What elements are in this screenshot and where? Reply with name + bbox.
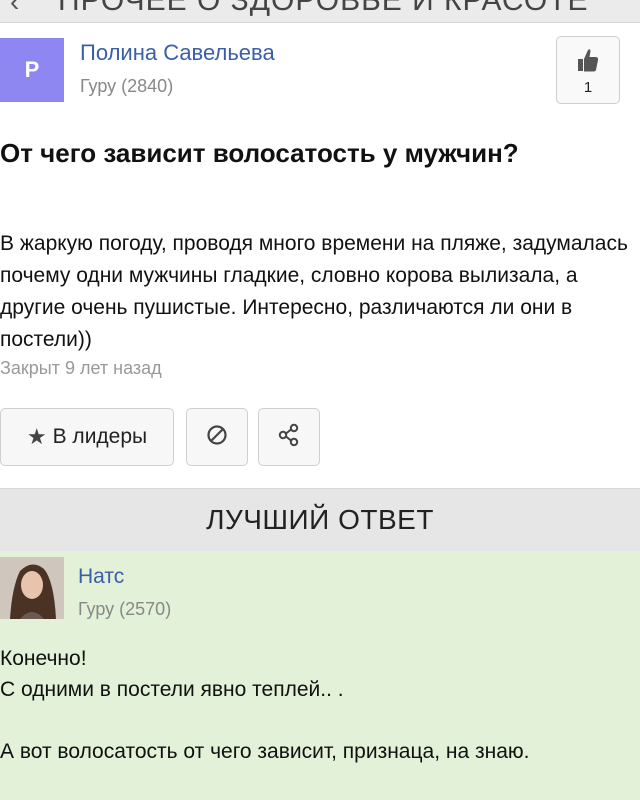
like-count: 1 [583, 79, 593, 96]
answerer-rank: Гуру (2570) [78, 599, 172, 619]
to-leaders-button[interactable]: ★ В лидеры [0, 408, 174, 466]
like-button[interactable]: 1 [556, 36, 620, 104]
top-navigation-bar: ‹ ПРОЧЕЕ О ЗДОРОВЬЕ И КРАСОТЕ [0, 0, 640, 23]
closed-status: Закрыт 9 лет назад [0, 358, 162, 378]
chevron-left-icon[interactable]: ‹ [10, 0, 19, 18]
author-rank: Гуру (2840) [80, 76, 174, 96]
best-answer-header: ЛУЧШИЙ ОТВЕТ [0, 488, 640, 551]
thumbs-up-icon [577, 47, 599, 78]
share-button[interactable] [258, 408, 320, 466]
answer-line: Конечно! [0, 647, 87, 670]
question-title: От чего зависит волосатость у мужчин? [0, 138, 519, 168]
answerer-name-link[interactable]: Натс [78, 565, 124, 589]
category-title: ПРОЧЕЕ О ЗДОРОВЬЕ И КРАСОТЕ [58, 0, 589, 17]
block-button[interactable] [186, 408, 248, 466]
to-leaders-label: В лидеры [52, 425, 148, 448]
best-answer: Натс Гуру (2570) Конечно! С одними в пос… [0, 551, 640, 800]
answer-line: А вот волосатость от чего зависит, призн… [0, 740, 530, 763]
star-icon: ★ [26, 424, 47, 449]
author-name-link[interactable]: Полина Савельева [80, 40, 275, 66]
answer-text: Конечно! С одними в постели явно теплей.… [0, 643, 636, 767]
question-body: В жаркую погоду, проводя много времени н… [0, 232, 628, 351]
question-author: P Полина Савельева Гуру (2840) 1 [0, 36, 640, 108]
avatar[interactable]: P [0, 38, 64, 102]
share-icon [277, 423, 301, 452]
answer-line: С одними в постели явно теплей.. . [0, 678, 344, 701]
avatar[interactable] [0, 557, 64, 619]
block-icon [206, 424, 228, 451]
answer-line [0, 705, 636, 736]
